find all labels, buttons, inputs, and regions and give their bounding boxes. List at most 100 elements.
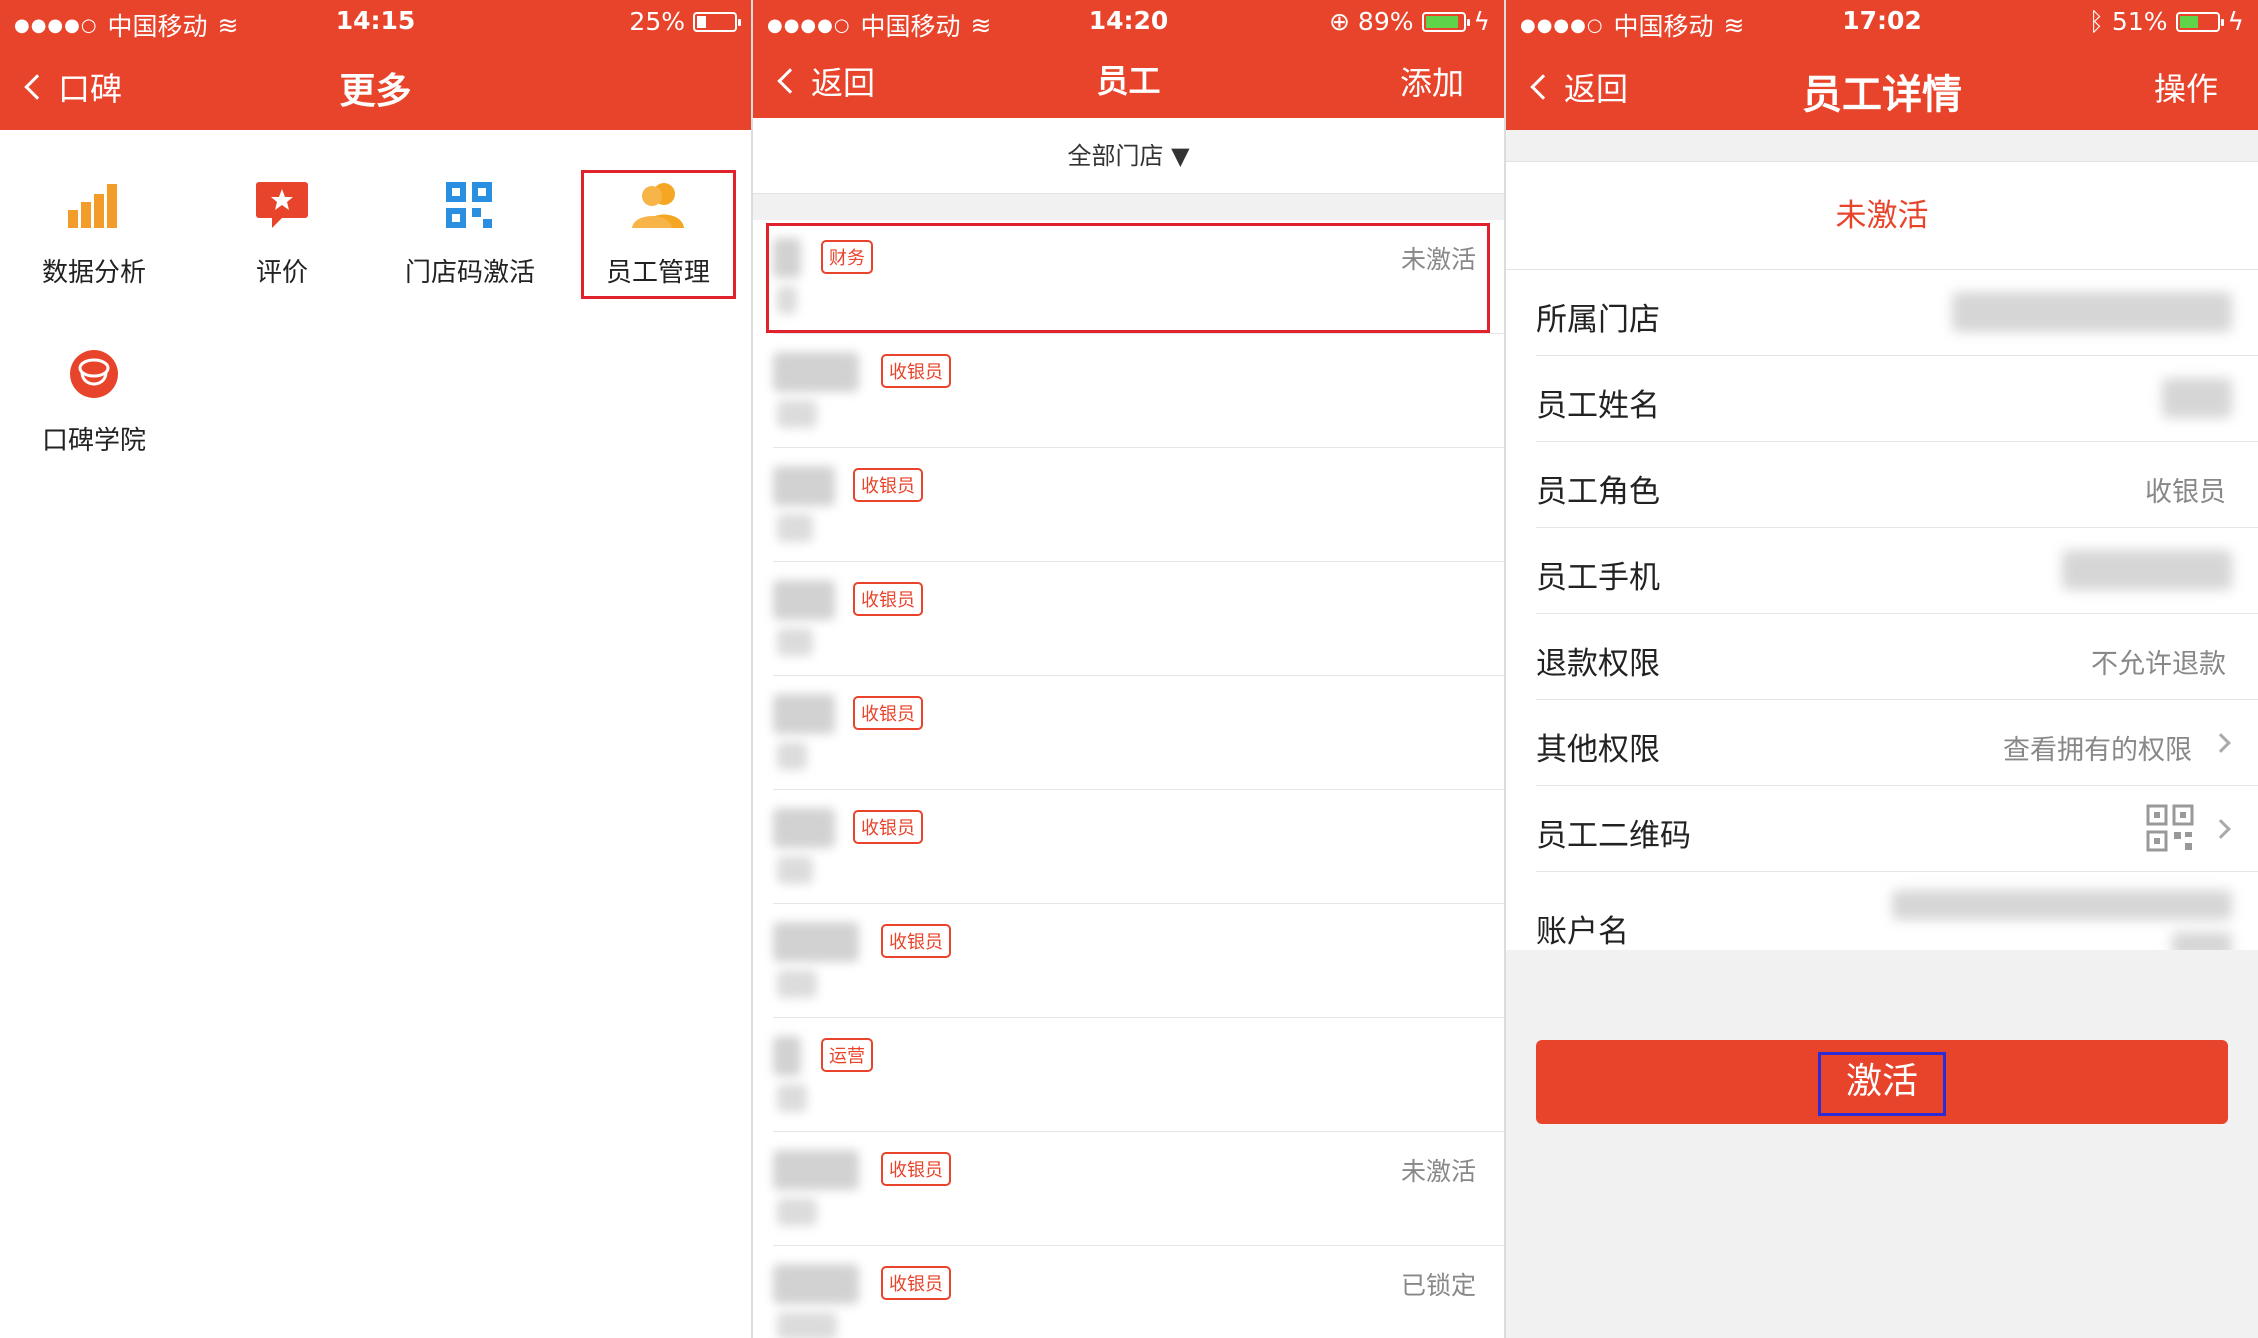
- blurred-detail: [777, 628, 813, 656]
- row-label: 退款权限: [1536, 646, 1660, 682]
- page-title: 员工: [1096, 62, 1161, 100]
- row-label: 员工姓名: [1536, 388, 1660, 424]
- nav-bar: 返回 员工详情 操作: [1506, 42, 2258, 130]
- employee-row[interactable]: 收银员 未激活: [773, 1132, 1504, 1246]
- blurred-value: [1892, 890, 2232, 920]
- star-comment-icon: [256, 182, 308, 228]
- employee-row[interactable]: 收银员: [773, 334, 1504, 448]
- employee-row[interactable]: 收银员 已锁定: [773, 1246, 1504, 1338]
- detail-row-qrcode[interactable]: 员工二维码: [1536, 786, 2258, 872]
- nav-bar: 返回 员工 添加: [753, 42, 1504, 118]
- battery-icon: [1421, 11, 1470, 32]
- battery-icon: [2175, 11, 2224, 32]
- detail-row-store: 所属门店: [1536, 270, 2258, 356]
- row-label: 其他权限: [1536, 732, 1660, 768]
- blurred-detail: [777, 1084, 807, 1112]
- nav-bar: 口碑 更多: [0, 42, 751, 130]
- highlight-box: [581, 170, 736, 299]
- blurred-name: [773, 580, 835, 620]
- blurred-name: [773, 466, 835, 506]
- employee-list: 财务 未激活 收银员 收银员 收银员 收银员 收银员 收银员 运营 收银员 未激…: [753, 220, 1504, 1338]
- blurred-name: [773, 1150, 859, 1190]
- employee-row[interactable]: 收银员: [773, 448, 1504, 562]
- employee-row[interactable]: 收银员: [773, 790, 1504, 904]
- panel-staff-detail: ●●●●○ 中国移动 ≋ 17:02 ᛒ 51% ϟ 返回 员工详情 操作 未激活 所属…: [1506, 0, 2258, 1338]
- blurred-name: [773, 922, 859, 962]
- detail-row-phone: 员工手机: [1536, 528, 2258, 614]
- tile-label: 评价: [255, 258, 308, 288]
- employee-row[interactable]: 收银员: [773, 562, 1504, 676]
- blurred-detail: [777, 742, 807, 770]
- employee-row[interactable]: 收银员: [773, 676, 1504, 790]
- blurred-detail: [777, 1198, 817, 1226]
- detail-row-refund: 退款权限 不允许退款: [1536, 614, 2258, 700]
- blurred-name: [773, 1036, 801, 1076]
- blurred-name: [773, 1264, 859, 1304]
- store-filter-dropdown[interactable]: 全部门店 ▼: [753, 118, 1504, 194]
- blurred-name: [773, 808, 835, 848]
- panel-more: ●●●●○ 中国移动 ≋ 14:15 25% 口碑 更多 数据分析 评价 门店码激活: [0, 0, 751, 1338]
- blurred-value: [2062, 550, 2232, 590]
- role-badge: 收银员: [853, 810, 923, 844]
- row-label: 员工二维码: [1536, 818, 1691, 854]
- battery-percent: 25%: [629, 7, 685, 36]
- bar-chart-icon: [68, 184, 117, 228]
- qr-grid-icon: [446, 182, 492, 228]
- blurred-detail: [777, 856, 813, 884]
- row-label: 员工角色: [1536, 474, 1660, 510]
- blurred-detail: [777, 970, 817, 998]
- battery-percent: 89%: [1357, 7, 1414, 36]
- bottom-area: 激活: [1506, 950, 2258, 1338]
- employee-row[interactable]: 运营: [773, 1018, 1504, 1132]
- actions-button[interactable]: 操作: [2154, 64, 2218, 110]
- tile-label: 门店码激活: [404, 258, 535, 288]
- page-title: 员工详情: [1802, 72, 1962, 118]
- tile-label: 数据分析: [41, 258, 146, 288]
- row-label: 所属门店: [1536, 302, 1660, 338]
- role-badge: 收银员: [881, 1266, 951, 1300]
- battery-icon: [693, 11, 741, 32]
- row-value: 不允许退款: [2091, 649, 2226, 680]
- role-badge: 收银员: [853, 696, 923, 730]
- role-badge: 收银员: [853, 582, 923, 616]
- status-banner: 未激活: [1506, 162, 2258, 270]
- highlight-box: [1818, 1052, 1946, 1116]
- tile-store-code[interactable]: 门店码激活: [376, 170, 564, 300]
- detail-row-name: 员工姓名: [1536, 356, 2258, 442]
- blurred-name: [773, 352, 859, 392]
- row-value: 查看拥有的权限: [2003, 735, 2192, 766]
- status-bar: ●●●●○ 中国移动 ≋ 14:15 25%: [0, 0, 751, 42]
- blurred-detail: [777, 1312, 837, 1338]
- status-text: 已锁定: [1400, 1271, 1476, 1300]
- tile-label: 口碑学院: [41, 426, 146, 456]
- status-bar: ●●●●○ 中国移动 ≋ 14:20 ⊕ 89% ϟ: [753, 0, 1504, 42]
- charging-icon: ϟ: [1473, 7, 1491, 36]
- status-text: 未激活: [1400, 1157, 1476, 1186]
- detail-row-role: 员工角色 收银员: [1536, 442, 2258, 528]
- blurred-value: [2162, 378, 2232, 418]
- rotation-lock-icon: ⊕: [1328, 7, 1350, 36]
- academy-icon: [70, 350, 118, 398]
- employee-row[interactable]: 收银员: [773, 904, 1504, 1018]
- add-button[interactable]: 添加: [1400, 58, 1464, 104]
- chevron-right-icon: [2211, 819, 2231, 839]
- role-badge: 收银员: [853, 468, 923, 502]
- blurred-name: [773, 694, 835, 734]
- tile-data-analysis[interactable]: 数据分析: [0, 170, 188, 300]
- role-badge: 运营: [821, 1038, 873, 1072]
- blurred-detail: [777, 400, 817, 428]
- panel-staff-list: ●●●●○ 中国移动 ≋ 14:20 ⊕ 89% ϟ 返回 员工 添加 全部门店 ▼ 财…: [753, 0, 1504, 1338]
- role-badge: 收银员: [881, 354, 951, 388]
- charging-icon: ϟ: [2227, 7, 2245, 36]
- qr-code-icon: [2146, 804, 2194, 852]
- bluetooth-icon: ᛒ: [2088, 7, 2104, 36]
- tile-reviews[interactable]: 评价: [188, 170, 376, 300]
- row-label: 账户名: [1536, 914, 1629, 950]
- status-bar: ●●●●○ 中国移动 ≋ 17:02 ᛒ 51% ϟ: [1506, 0, 2258, 42]
- detail-row-permissions[interactable]: 其他权限 查看拥有的权限: [1536, 700, 2258, 786]
- highlight-box: [766, 223, 1490, 333]
- battery-percent: 51%: [2111, 7, 2168, 36]
- divider: [753, 194, 1504, 220]
- blurred-value: [1952, 292, 2232, 332]
- tile-koubei-academy[interactable]: 口碑学院: [0, 338, 188, 468]
